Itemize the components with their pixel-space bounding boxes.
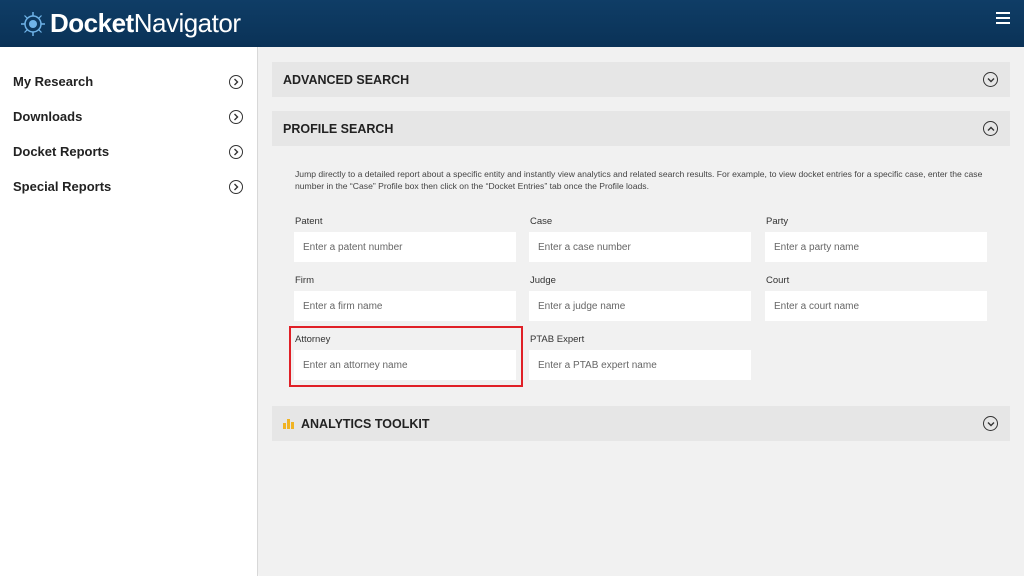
firm-label: Firm	[295, 275, 314, 286]
court-label: Court	[766, 275, 790, 286]
chevron-down-circle-icon[interactable]	[983, 416, 998, 431]
profile-search-header[interactable]: PROFILE SEARCH	[272, 111, 1010, 146]
party-label: Party	[766, 216, 789, 227]
sidebar-item-label: My Research	[13, 74, 94, 89]
case-input[interactable]	[529, 232, 751, 262]
sidebar-item-downloads[interactable]: Downloads	[0, 99, 257, 134]
sidebar-item-special-reports[interactable]: Special Reports	[0, 169, 257, 204]
analytics-toolkit-header[interactable]: ANALYTICS TOOLKIT	[272, 406, 1010, 441]
sidebar-item-label: Docket Reports	[13, 144, 110, 159]
chevron-down-circle-icon[interactable]	[983, 72, 998, 87]
patent-input[interactable]	[294, 232, 516, 262]
logo-text-navigator: Navigator	[133, 8, 241, 38]
logo[interactable]: DocketNavigator	[20, 8, 241, 39]
attorney-label: Attorney	[295, 334, 331, 345]
profile-search-intro: Jump directly to a detailed report about…	[295, 169, 983, 191]
sidebar-item-docket-reports[interactable]: Docket Reports	[0, 134, 257, 169]
hamburger-icon[interactable]	[996, 12, 1010, 26]
court-input[interactable]	[765, 291, 987, 321]
chevron-right-circle-icon[interactable]	[229, 144, 243, 159]
sidebar-item-label: Downloads	[13, 109, 83, 124]
chevron-right-circle-icon[interactable]	[229, 179, 243, 194]
party-input[interactable]	[765, 232, 987, 262]
ptab-expert-input[interactable]	[529, 350, 751, 380]
advanced-search-header[interactable]: ADVANCED SEARCH	[272, 62, 1010, 97]
ptab-expert-label: PTAB Expert	[530, 334, 585, 345]
compass-logo-icon	[21, 11, 45, 36]
profile-search-body: Jump directly to a detailed report about…	[272, 146, 1010, 398]
chevron-right-circle-icon[interactable]	[229, 74, 243, 89]
analytics-toolkit-title: ANALYTICS TOOLKIT	[301, 416, 430, 431]
sidebar-item-label: Special Reports	[13, 179, 112, 194]
sidebar: My Research Downloads Docket Reports Spe…	[0, 47, 258, 576]
attorney-input[interactable]	[294, 350, 516, 380]
firm-input[interactable]	[294, 291, 516, 321]
chevron-up-circle-icon[interactable]	[983, 121, 998, 136]
top-bar: DocketNavigator	[0, 0, 1024, 47]
advanced-search-title: ADVANCED SEARCH	[283, 72, 410, 87]
case-label: Case	[530, 216, 553, 227]
patent-label: Patent	[295, 216, 323, 227]
logo-text: DocketNavigator	[50, 8, 241, 39]
profile-search-title: PROFILE SEARCH	[283, 121, 394, 136]
bar-chart-icon	[283, 418, 295, 429]
logo-text-docket: Docket	[50, 8, 134, 38]
main-content: ADVANCED SEARCH PROFILE SEARCH Jump dire…	[259, 47, 1024, 576]
chevron-right-circle-icon[interactable]	[229, 109, 243, 124]
sidebar-item-my-research[interactable]: My Research	[0, 64, 257, 99]
judge-label: Judge	[530, 275, 556, 286]
judge-input[interactable]	[529, 291, 751, 321]
